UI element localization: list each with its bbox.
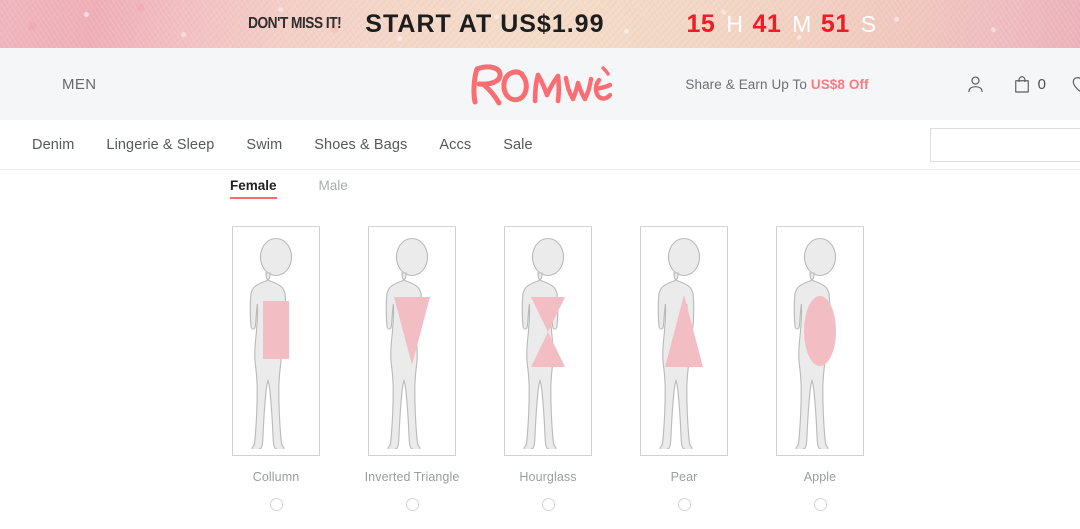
body-shape-label-inverted-triangle: Inverted Triangle	[364, 470, 460, 484]
body-shape-card-hourglass[interactable]	[504, 226, 592, 456]
body-shape-option-inverted-triangle: Inverted Triangle	[365, 226, 459, 511]
body-shape-option-hourglass: Hourglass	[504, 226, 592, 511]
share-and-earn-text[interactable]: Share & Earn Up To US$8 Off	[685, 77, 868, 92]
body-shape-label-collumn: Collumn	[252, 470, 300, 484]
body-shape-radio-apple[interactable]	[813, 498, 827, 511]
share-earn-prefix: Share & Earn Up To	[685, 76, 811, 92]
promo-main-text: START AT US$1.99	[365, 9, 605, 38]
search-box[interactable]	[930, 127, 1080, 162]
nav-item-swim[interactable]: Swim	[230, 137, 298, 153]
body-shape-radio-collumn[interactable]	[269, 498, 283, 511]
body-shape-option-pear: Pear	[640, 226, 728, 511]
body-shape-option-collumn: Collumn	[232, 226, 320, 511]
countdown-seconds: 51	[820, 9, 850, 38]
body-shape-card-apple[interactable]	[776, 226, 864, 456]
body-figure-hourglass	[521, 237, 565, 449]
body-figure-apple	[793, 237, 837, 449]
tab-female[interactable]: Female	[230, 178, 277, 199]
nav-item-sale[interactable]: Sale	[487, 137, 548, 153]
nav-item-lingerie-and-sleep[interactable]: Lingerie & Sleep	[90, 137, 230, 153]
highlight-rectangle	[263, 301, 289, 359]
body-shape-card-pear[interactable]	[640, 226, 728, 456]
countdown-minutes: 41	[752, 9, 782, 38]
tab-male[interactable]: Male	[319, 178, 348, 199]
nav-list: Denim Lingerie & Sleep Swim Shoes & Bags…	[0, 137, 549, 153]
shopping-bag-icon	[1012, 74, 1032, 95]
countdown-minutes-unit: M	[792, 10, 812, 37]
body-shape-row: Collumn Inverted Triangle Hourglass Pear…	[232, 226, 864, 511]
promo-lead-text: DON'T MISS IT!	[247, 15, 342, 32]
bag-count: 0	[1037, 75, 1046, 93]
promo-banner-content: DON'T MISS IT! START AT US$1.99 15 H 41 …	[0, 0, 1080, 48]
body-shape-card-inverted-triangle[interactable]	[368, 226, 456, 456]
header-icon-group: 0	[965, 74, 1080, 95]
countdown-timer: 15 H 41 M 51 S	[687, 10, 886, 39]
body-shape-radio-hourglass[interactable]	[541, 498, 555, 511]
countdown-hours: 15	[686, 9, 716, 38]
highlight-ellipse	[804, 296, 836, 366]
body-figure-inverted-triangle	[385, 237, 430, 449]
body-shape-card-collumn[interactable]	[232, 226, 320, 456]
share-earn-amount: US$8 Off	[810, 76, 869, 92]
header-men-link[interactable]: MEN	[62, 76, 97, 93]
nav-item-denim[interactable]: Denim	[16, 137, 90, 153]
promo-banner[interactable]: DON'T MISS IT! START AT US$1.99 15 H 41 …	[0, 0, 1080, 48]
body-figure-collumn	[249, 237, 293, 449]
header-right-group: Share & Earn Up To US$8 Off 0	[685, 48, 1080, 120]
nav-item-accs[interactable]: Accs	[423, 137, 487, 153]
body-shape-label-hourglass: Hourglass	[519, 470, 577, 484]
countdown-seconds-unit: S	[860, 10, 877, 37]
body-shape-radio-pear[interactable]	[677, 498, 691, 511]
nav-item-shoes-and-bags[interactable]: Shoes & Bags	[298, 137, 423, 153]
body-shape-label-apple: Apple	[803, 470, 837, 484]
body-shape-option-apple: Apple	[776, 226, 864, 511]
user-icon[interactable]	[965, 74, 986, 95]
body-shape-selector: Female Male Collumn Inverted Triangle Ho…	[0, 170, 1080, 529]
heart-icon[interactable]	[1070, 74, 1080, 95]
shopping-bag-button[interactable]: 0	[1012, 74, 1046, 95]
body-figure-pear	[657, 237, 703, 449]
body-shape-label-pear: Pear	[670, 470, 698, 484]
search-input[interactable]	[930, 127, 1080, 162]
body-shape-radio-inverted-triangle[interactable]	[405, 498, 419, 511]
site-header: MEN Share & Earn Up To US$8 Off 0	[0, 48, 1080, 120]
countdown-hours-unit: H	[726, 10, 744, 37]
category-nav: Denim Lingerie & Sleep Swim Shoes & Bags…	[0, 120, 1080, 170]
gender-tab-group: Female Male	[230, 178, 348, 199]
